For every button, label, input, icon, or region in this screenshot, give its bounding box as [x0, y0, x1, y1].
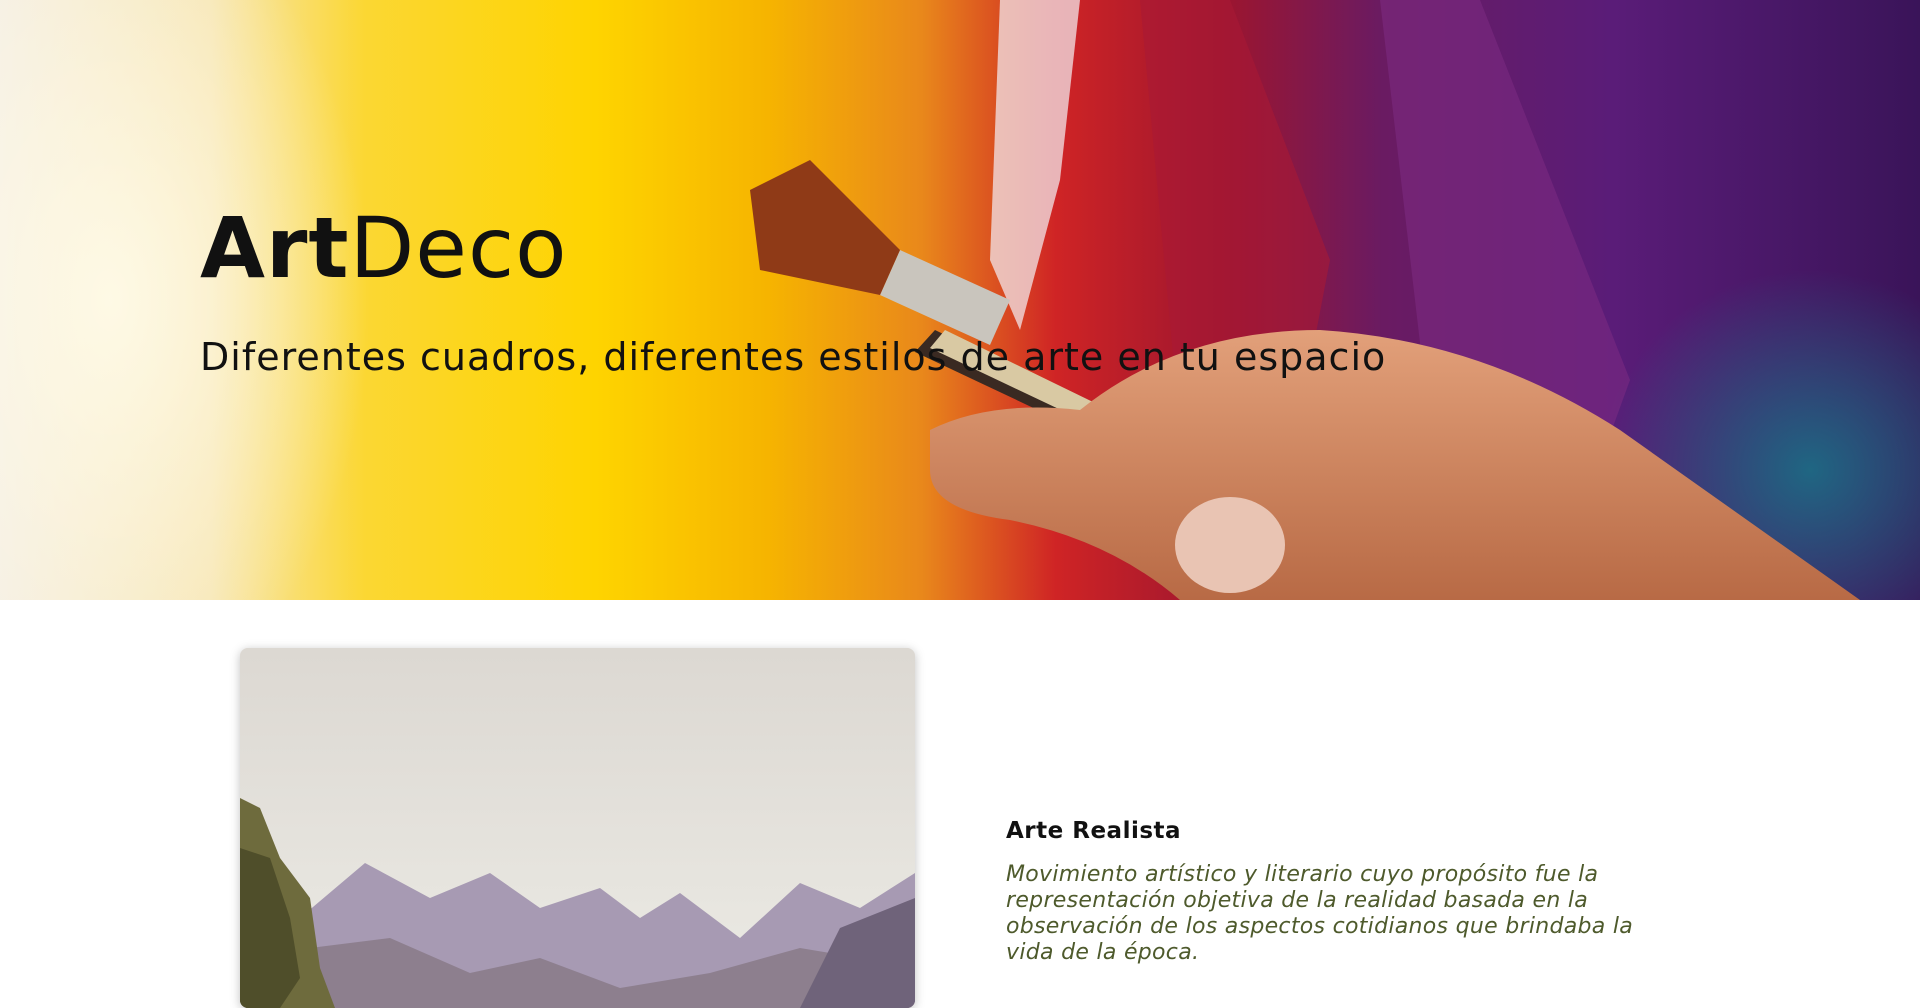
hero-tagline: Diferentes cuadros, diferentes estilos d…: [200, 335, 1387, 379]
brand-title-regular: Deco: [349, 199, 568, 297]
brand-title-bold: Art: [200, 199, 350, 297]
landscape-painting-image: [240, 648, 915, 1008]
style-description: Movimiento artístico y literario cuyo pr…: [1006, 862, 1634, 965]
hero-banner: ArtDeco Diferentes cuadros, diferentes e…: [0, 0, 1920, 600]
hero-painting-image: [0, 0, 1920, 600]
style-title: Arte Realista: [1006, 818, 1182, 844]
featured-info: Arte Realista Movimiento artístico y lit…: [1006, 815, 1706, 966]
brand-title: ArtDeco: [200, 198, 568, 298]
featured-artwork-card[interactable]: [240, 648, 915, 1008]
